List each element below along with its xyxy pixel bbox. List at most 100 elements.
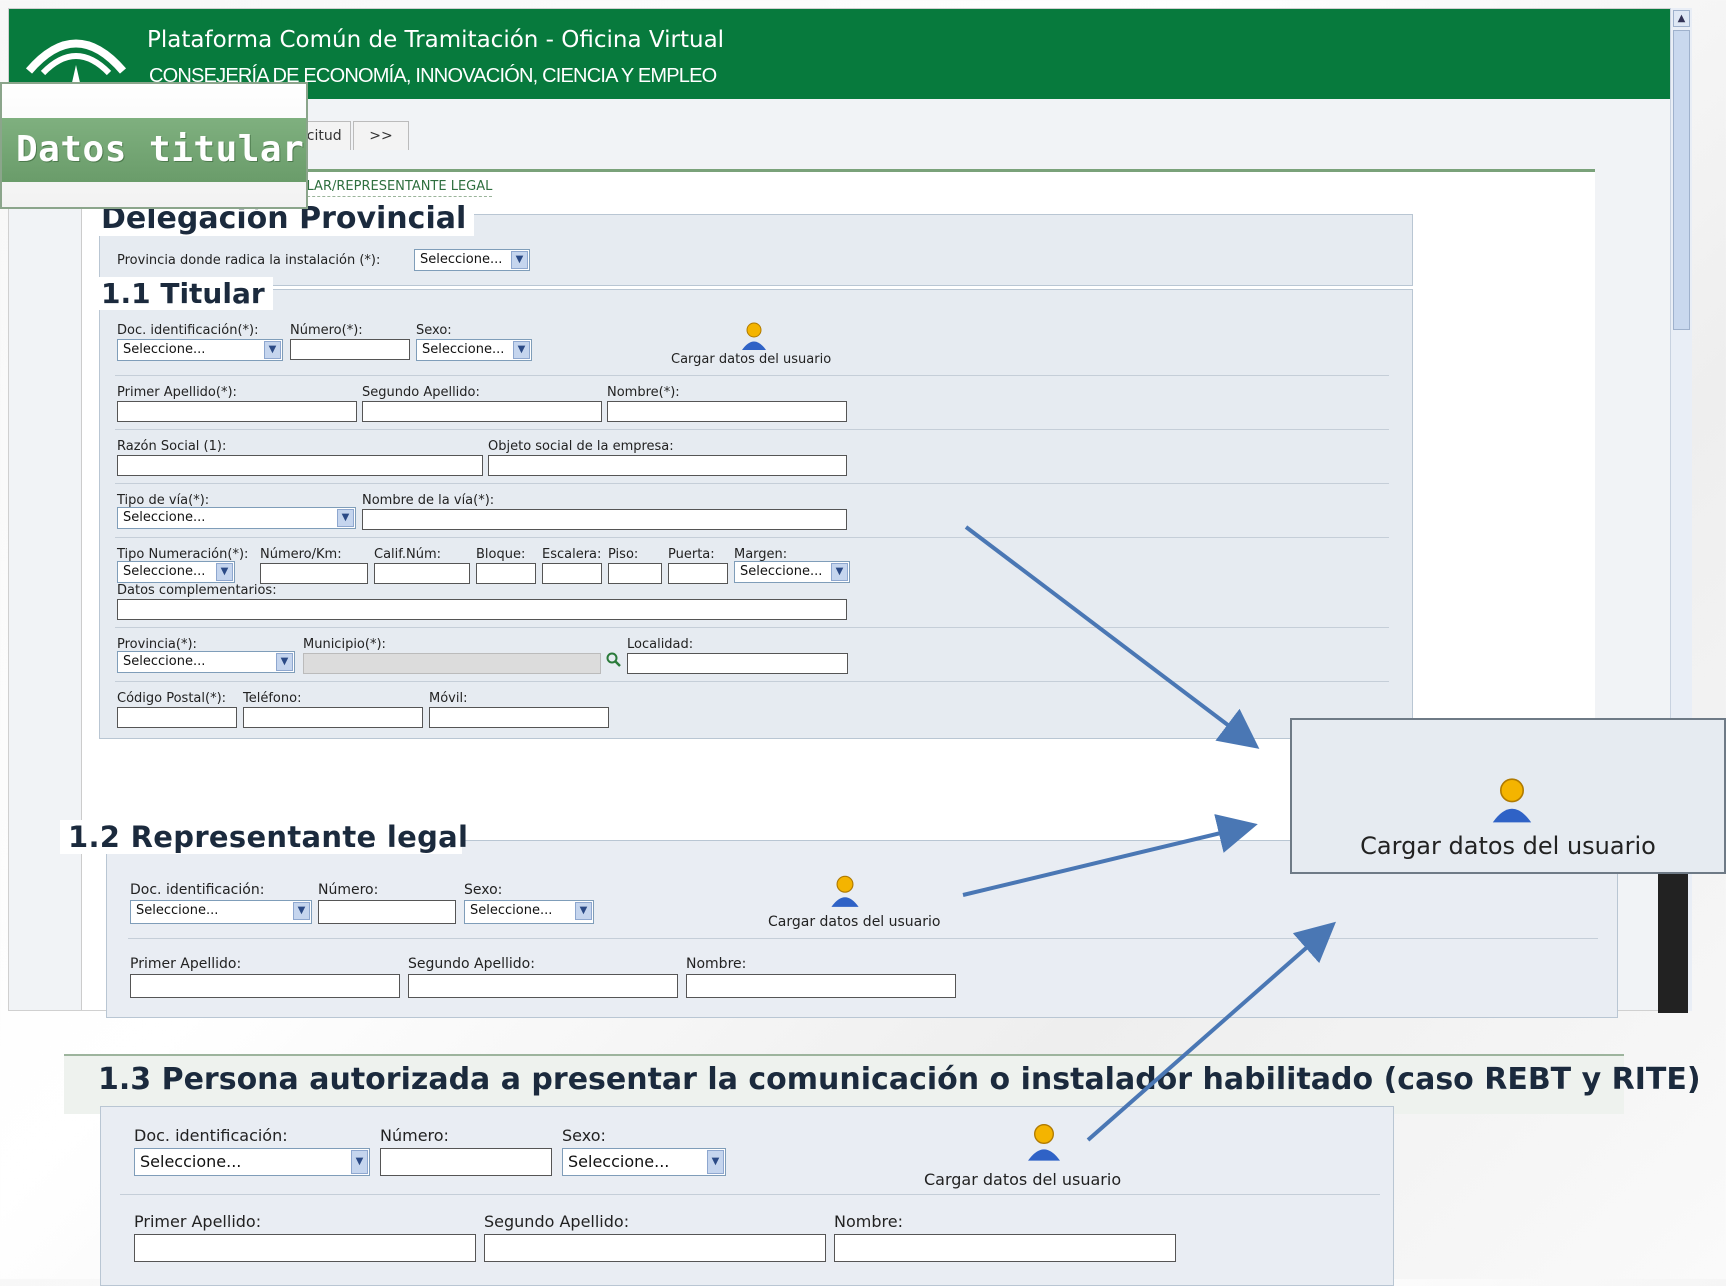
localidad-input[interactable]: [627, 653, 848, 674]
piso-label: Piso:: [608, 547, 639, 562]
municipio-input: [303, 653, 601, 674]
search-icon[interactable]: [606, 652, 622, 668]
sexo-select[interactable]: Seleccione... ▼: [416, 339, 532, 361]
per-numero-label: Número:: [380, 1126, 449, 1145]
provincia-label: Provincia(*):: [117, 637, 197, 652]
divider: [128, 938, 1598, 939]
per-doc-identificacion-select[interactable]: Seleccione... ▼: [134, 1148, 370, 1176]
per-doc-identificacion-label: Doc. identificación:: [134, 1126, 288, 1145]
rep-doc-identificacion-label: Doc. identificación:: [130, 882, 265, 898]
nombre-input[interactable]: [607, 401, 847, 422]
per-user-icon[interactable]: [1024, 1122, 1064, 1162]
nombre-via-input[interactable]: [362, 509, 847, 530]
legend-persona: 1.3 Persona autorizada a presentar la co…: [98, 1062, 1701, 1097]
legend-representante: 1.2 Representante legal: [60, 820, 468, 854]
numero-km-input[interactable]: [260, 563, 368, 584]
per-numero-input[interactable]: [380, 1148, 552, 1176]
chevron-down-icon: ▼: [216, 563, 233, 581]
per-cargar-datos-link[interactable]: Cargar datos del usuario: [924, 1170, 1121, 1189]
datos-complementarios-input[interactable]: [117, 599, 847, 620]
divider: [115, 483, 1389, 484]
calif-num-input[interactable]: [374, 563, 470, 584]
user-icon[interactable]: [739, 321, 769, 351]
margen-label: Margen:: [734, 547, 788, 562]
margen-select[interactable]: Seleccione... ▼: [734, 561, 850, 583]
municipio-label: Municipio(*):: [303, 637, 386, 652]
scroll-up-arrow-icon[interactable]: ▲: [1673, 10, 1690, 27]
puerta-input[interactable]: [668, 563, 728, 584]
tipo-numeracion-select[interactable]: Seleccione... ▼: [117, 561, 235, 583]
datos-complementarios-label: Datos complementarios:: [117, 583, 277, 598]
rep-numero-input[interactable]: [318, 900, 456, 924]
chevron-down-icon: ▼: [264, 341, 281, 359]
provincia-instalacion-label: Provincia donde radica la instalación (*…: [117, 253, 381, 268]
provincia-select[interactable]: Seleccione... ▼: [117, 651, 295, 673]
provincia-instalacion-select[interactable]: Seleccione... ▼: [414, 249, 530, 271]
datos-titular-callout: Datos titular: [0, 82, 308, 209]
datos-titular-title: Datos titular: [2, 118, 306, 182]
segundo-apellido-input[interactable]: [362, 401, 602, 422]
tipo-via-label: Tipo de vía(*):: [117, 493, 210, 508]
codigo-postal-label: Código Postal(*):: [117, 691, 227, 706]
telefono-input[interactable]: [243, 707, 423, 728]
rep-doc-identificacion-select[interactable]: Seleccione... ▼: [130, 900, 312, 924]
chevron-down-icon: ▼: [511, 251, 528, 269]
persona-autorizada-crop: 1.3 Persona autorizada a presentar la co…: [64, 1050, 1701, 1286]
select-value: Seleccione...: [422, 342, 505, 357]
select-value: Seleccione...: [740, 564, 823, 579]
rep-cargar-datos-link[interactable]: Cargar datos del usuario: [768, 914, 940, 930]
telefono-label: Teléfono:: [243, 691, 302, 706]
nombre-label: Nombre(*):: [607, 385, 680, 400]
escalera-input[interactable]: [542, 563, 602, 584]
rep-sexo-select[interactable]: Seleccione... ▼: [464, 900, 594, 924]
primer-apellido-input[interactable]: [117, 401, 357, 422]
rep-primer-apellido-label: Primer Apellido:: [130, 956, 242, 972]
per-primer-apellido-input[interactable]: [134, 1234, 476, 1262]
select-value: Seleccione...: [123, 654, 206, 669]
select-value: Seleccione...: [123, 564, 206, 579]
per-segundo-apellido-label: Segundo Apellido:: [484, 1212, 630, 1231]
doc-identificacion-label: Doc. identificación(*):: [117, 323, 259, 338]
zoom-user-icon: [1492, 778, 1532, 823]
razon-social-input[interactable]: [117, 455, 483, 476]
piso-input[interactable]: [608, 563, 662, 584]
select-value: Seleccione...: [123, 510, 206, 525]
chevron-down-icon: ▼: [575, 902, 592, 920]
chevron-down-icon: ▼: [707, 1150, 724, 1174]
per-nombre-input[interactable]: [834, 1234, 1176, 1262]
scroll-thumb[interactable]: [1673, 30, 1690, 330]
chevron-down-icon: ▼: [513, 341, 530, 359]
per-sexo-label: Sexo:: [562, 1126, 606, 1145]
divider: [120, 1194, 1380, 1195]
bloque-input[interactable]: [476, 563, 536, 584]
divider: [115, 375, 1389, 376]
doc-identificacion-select[interactable]: Seleccione... ▼: [117, 339, 283, 361]
chevron-down-icon: ▼: [337, 509, 354, 527]
nombre-via-label: Nombre de la vía(*):: [362, 493, 495, 508]
objeto-social-input[interactable]: [488, 455, 847, 476]
rep-user-icon[interactable]: [828, 874, 862, 908]
legend-titular: 1.1 Titular: [93, 277, 273, 310]
rep-segundo-apellido-input[interactable]: [408, 974, 678, 998]
movil-input[interactable]: [429, 707, 609, 728]
per-segundo-apellido-input[interactable]: [484, 1234, 826, 1262]
tipo-via-select[interactable]: Seleccione... ▼: [117, 507, 356, 529]
zoom-cargar-datos-label: Cargar datos del usuario: [1360, 832, 1656, 860]
select-value: Seleccione...: [136, 903, 219, 918]
divider: [115, 627, 1389, 628]
numero-label: Número(*):: [290, 323, 363, 338]
cargar-datos-link[interactable]: Cargar datos del usuario: [671, 352, 831, 367]
rep-primer-apellido-input[interactable]: [130, 974, 400, 998]
rep-nombre-input[interactable]: [686, 974, 956, 998]
numero-input[interactable]: [290, 339, 410, 360]
codigo-postal-input[interactable]: [117, 707, 237, 728]
tab-next[interactable]: >>: [353, 121, 409, 150]
chevron-down-icon: ▼: [351, 1150, 368, 1174]
breadcrumb: ULAR/REPRESENTANTE LEGAL: [297, 179, 493, 197]
movil-label: Móvil:: [429, 691, 468, 706]
per-sexo-select[interactable]: Seleccione... ▼: [562, 1148, 726, 1176]
razon-social-label: Razón Social (1):: [117, 439, 227, 454]
rep-segundo-apellido-label: Segundo Apellido:: [408, 956, 535, 972]
decorative-strip: [1658, 858, 1688, 1013]
numero-km-label: Número/Km:: [260, 547, 342, 562]
